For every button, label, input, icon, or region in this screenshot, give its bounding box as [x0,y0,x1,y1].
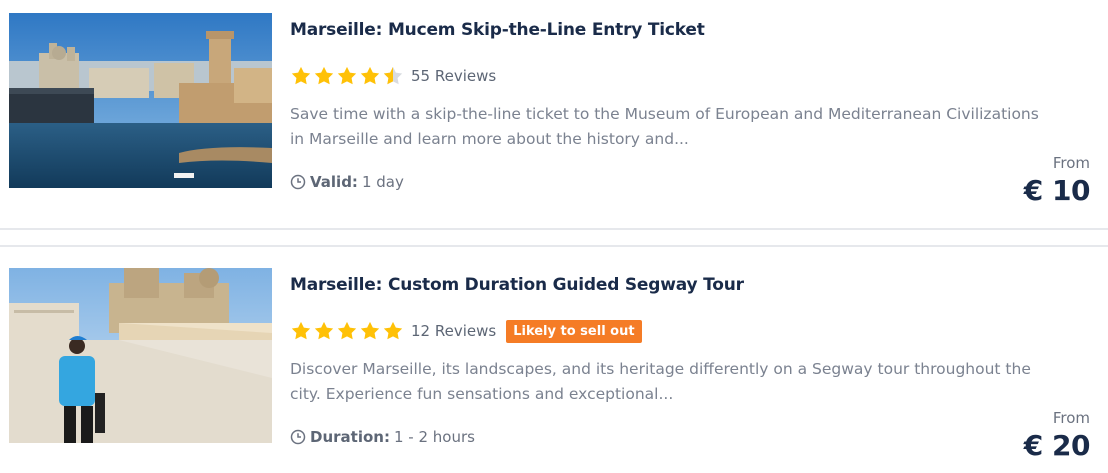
mucem-harbor-photo [9,13,272,188]
price-box: From € 10 [1023,154,1091,207]
review-count[interactable]: 12 Reviews [411,322,496,340]
price-box: From € 20 [1023,409,1091,462]
activity-description: Discover Marseille, its landscapes, and … [290,357,1050,407]
activity-validity: Valid: 1 day [290,173,404,191]
clock-icon [290,174,306,190]
meta-label: Duration: [310,428,390,446]
star-rating [290,320,405,342]
activity-thumbnail[interactable] [9,268,272,443]
star-icon [337,321,357,340]
price-prefix: From [1052,409,1090,427]
meta-label: Valid: [310,173,358,191]
description-line: in Marseille and learn more about the hi… [290,130,689,148]
price-prefix: From [1052,154,1090,172]
star-icon [314,66,334,85]
star-icon [337,66,357,85]
star-icon [360,66,380,85]
star-icon [314,321,334,340]
star-half-icon [383,66,403,85]
activity-card[interactable]: Marseille: Custom Duration Guided Segway… [0,255,1108,473]
description-line: Discover Marseille, its landscapes, and … [290,360,1031,378]
price-value: € 10 [1023,174,1091,207]
activity-list: Marseille: Mucem Skip-the-Line Entry Tic… [0,0,1108,473]
clock-icon [290,429,306,445]
star-icon [291,66,311,85]
activity-title[interactable]: Marseille: Custom Duration Guided Segway… [290,275,744,295]
star-icon [291,321,311,340]
activity-card[interactable]: Marseille: Mucem Skip-the-Line Entry Tic… [0,0,1108,228]
description-line: city. Experience fun sensations and exce… [290,385,674,403]
likely-to-sell-out-badge: Likely to sell out [506,319,642,343]
activity-duration: Duration: 1 - 2 hours [290,428,475,446]
meta-value: 1 day [361,173,404,191]
rating-row: 55 Reviews [290,63,496,89]
review-count[interactable]: 55 Reviews [411,67,496,85]
card-divider [0,228,1108,230]
rating-row: 12 Reviews Likely to sell out [290,318,642,344]
meta-value: 1 - 2 hours [393,428,475,446]
activity-title[interactable]: Marseille: Mucem Skip-the-Line Entry Tic… [290,20,705,40]
activity-description: Save time with a skip-the-line ticket to… [290,102,1050,152]
star-icon [360,321,380,340]
star-icon [383,321,403,340]
segway-tour-photo [9,268,272,443]
star-rating [290,65,405,87]
description-line: Save time with a skip-the-line ticket to… [290,105,1039,123]
price-value: € 20 [1023,429,1091,462]
card-divider [0,245,1108,247]
activity-thumbnail[interactable] [9,13,272,188]
